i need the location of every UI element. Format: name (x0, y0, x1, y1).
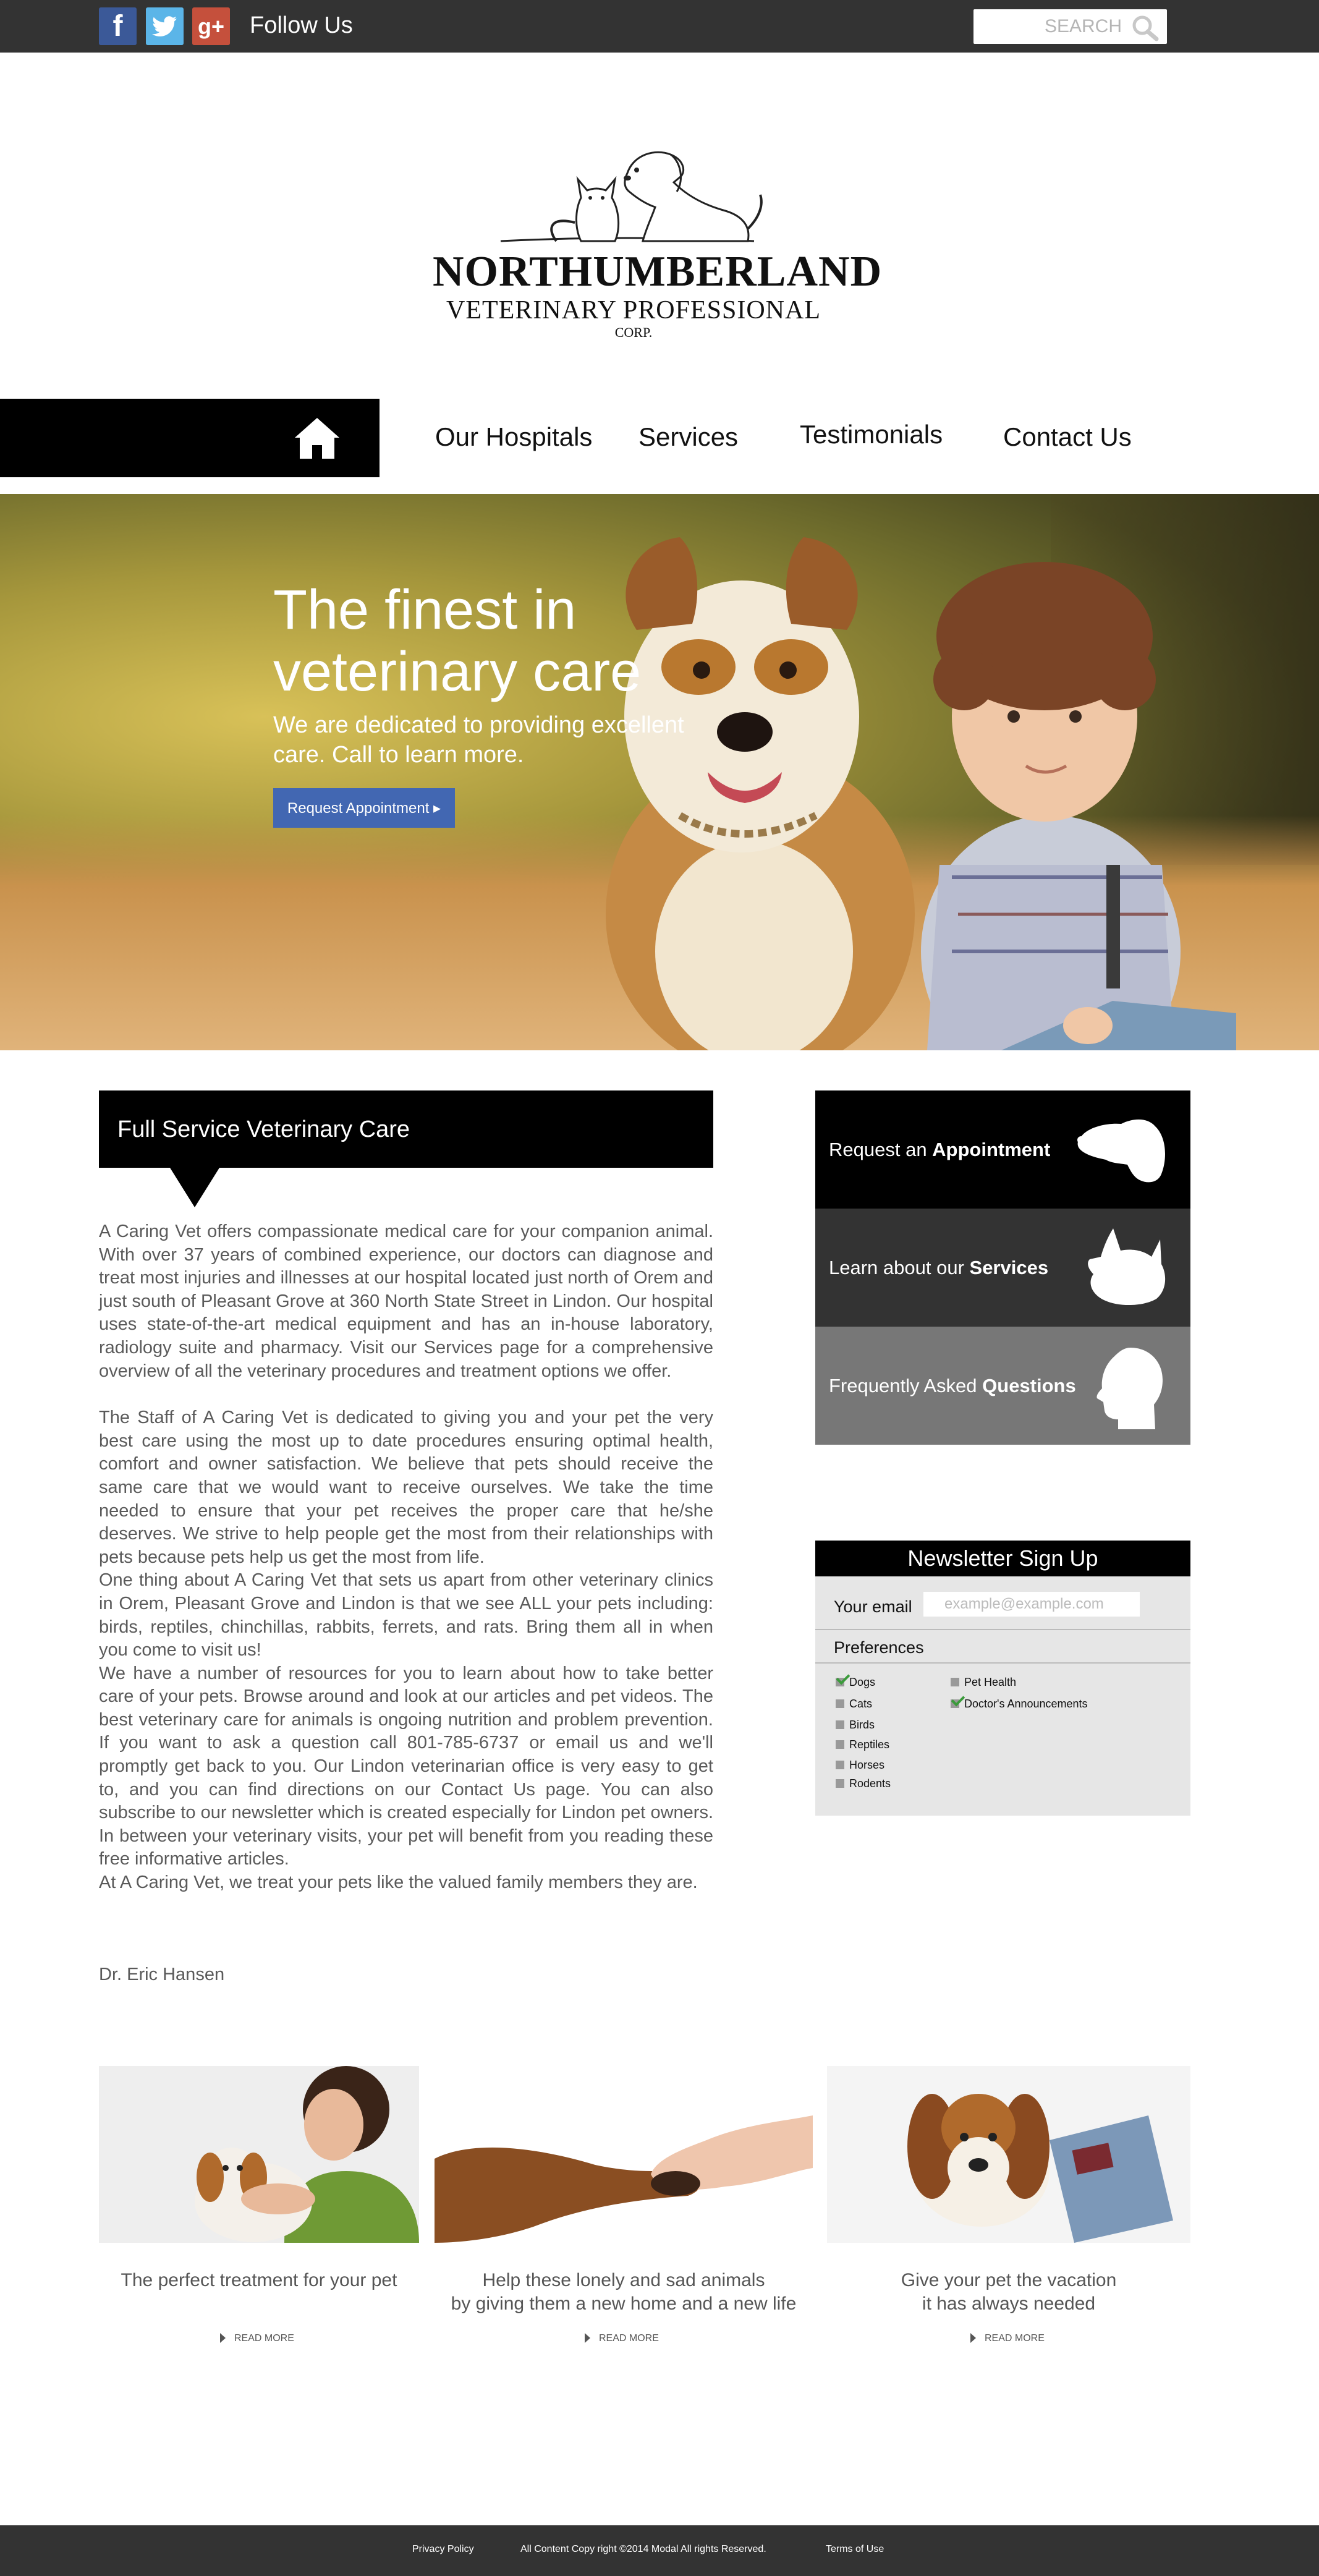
checkbox-icon (836, 1779, 844, 1788)
privacy-policy-link[interactable]: Privacy Policy (412, 2544, 474, 2555)
feature-image-dog-with-suitcase[interactable] (827, 2066, 1190, 2243)
search-icon[interactable] (1130, 14, 1160, 41)
request-appointment-button[interactable]: Request Appointment ▸ (273, 788, 455, 828)
play-arrow-icon (585, 2333, 590, 2343)
block-label: Frequently Asked Questions (829, 1375, 1076, 1396)
checkbox-cats[interactable]: Cats (836, 1698, 872, 1711)
footer: Privacy Policy All Content Copy right ©2… (0, 2525, 1319, 2576)
logo-subtitle: VETERINARY PROFESSIONAL (446, 296, 821, 325)
main-body-text: A Caring Vet offers compassionate medica… (99, 1220, 713, 1895)
paragraph: At A Caring Vet, we treat your pets like… (99, 1872, 698, 1893)
divider (815, 1629, 1190, 1630)
dog-head-icon (1077, 1119, 1165, 1183)
nav-our-hospitals[interactable]: Our Hospitals (435, 422, 592, 452)
feature-image-woman-with-puppy[interactable] (99, 2066, 419, 2243)
follow-us-label: Follow Us (250, 12, 353, 38)
checkbox-doctors-announcements[interactable]: Doctor's Announcements (951, 1698, 1088, 1711)
paragraph: A Caring Vet offers compassionate medica… (99, 1222, 713, 1381)
nav-testimonials[interactable]: Testimonials (800, 420, 943, 449)
nav-home-block (0, 399, 380, 477)
nav-services[interactable]: Services (638, 422, 738, 452)
paragraph: One thing about A Caring Vet that sets u… (99, 1570, 713, 1660)
dog-with-suitcase-image (827, 2066, 1190, 2243)
checkbox-pet-health[interactable]: Pet Health (951, 1676, 1016, 1689)
checkbox-icon (836, 1761, 844, 1769)
human-head-icon (1096, 1348, 1163, 1429)
checkbox-reptiles[interactable]: Reptiles (836, 1738, 889, 1751)
block-label: Request an Appointment (829, 1139, 1051, 1160)
feature-caption: Give your pet the vacation it has always… (901, 2270, 1117, 2314)
facebook-icon[interactable]: f (99, 7, 137, 45)
learn-about-services-block[interactable]: Learn about our Services (815, 1209, 1190, 1327)
email-field[interactable] (923, 1592, 1140, 1617)
feature-caption: The perfect treatment for your pet (121, 2270, 397, 2290)
logo-corp: CORP. (614, 325, 653, 340)
section-header: Full Service Veterinary Care (99, 1090, 713, 1207)
preferences-label: Preferences (834, 1638, 924, 1657)
google-plus-icon[interactable]: g+ (192, 7, 230, 45)
newsletter-signup: Newsletter Sign Up Your email Preference… (815, 1541, 1190, 1816)
checkbox-birds[interactable]: Birds (836, 1719, 875, 1732)
search-box (973, 9, 1167, 44)
read-more-link[interactable]: READ MORE (970, 2333, 1045, 2344)
hero-banner: The finest in veterinary care We are ded… (0, 494, 1319, 1050)
newsletter-title: Newsletter Sign Up (815, 1541, 1190, 1576)
block-label: Learn about our Services (829, 1257, 1049, 1278)
play-arrow-icon (970, 2333, 976, 2343)
signature: Dr. Eric Hansen (99, 1965, 225, 1984)
play-arrow-icon (220, 2333, 226, 2343)
woman-with-puppy-image (99, 2066, 419, 2243)
top-bar: f g+ Follow Us (0, 0, 1319, 53)
checkbox-icon (836, 1720, 844, 1729)
terms-of-use-link[interactable]: Terms of Use (826, 2544, 884, 2555)
search-input[interactable] (973, 9, 1128, 44)
feature-image-hand-and-paw[interactable] (435, 2066, 813, 2243)
feature-caption: Help these lonely and sad animals by giv… (451, 2270, 797, 2314)
hero-subtitle: We are dedicated to providing excellent … (273, 712, 684, 768)
site-logo[interactable]: NORTHUMBERLAND VETERINARY PROFESSIONAL C… (433, 136, 883, 340)
logo-name: NORTHUMBERLAND (433, 248, 883, 295)
twitter-bird-icon (151, 15, 177, 36)
copyright-text: All Content Copy right ©2014 Modal All r… (520, 2544, 766, 2554)
checkbox-dogs[interactable]: Dogs (836, 1676, 875, 1689)
read-more-link[interactable]: READ MORE (220, 2333, 294, 2344)
cat-head-icon (1088, 1228, 1166, 1306)
paragraph: We have a number of resources for you to… (99, 1663, 713, 1869)
checkbox-horses[interactable]: Horses (836, 1759, 884, 1772)
section-header-pointer (170, 1168, 219, 1207)
paragraph: The Staff of A Caring Vet is dedicated t… (99, 1408, 713, 1567)
checkbox-rodents[interactable]: Rodents (836, 1777, 891, 1790)
checkbox-icon (836, 1699, 844, 1708)
nav-contact-us[interactable]: Contact Us (1003, 422, 1132, 452)
email-label: Your email (834, 1597, 912, 1616)
faq-block[interactable]: Frequently Asked Questions (815, 1327, 1190, 1445)
cat-and-dog-logo-icon (500, 151, 763, 242)
read-more-link[interactable]: READ MORE (585, 2333, 659, 2344)
hand-and-paw-image (435, 2066, 813, 2243)
checkbox-icon (951, 1678, 959, 1686)
checkbox-checked-icon (951, 1699, 959, 1708)
checkbox-icon (836, 1740, 844, 1749)
divider (815, 1662, 1190, 1664)
twitter-icon[interactable] (146, 7, 184, 45)
checkbox-checked-icon (836, 1678, 844, 1686)
hero-title: The finest in veterinary care (273, 579, 642, 703)
request-appointment-block[interactable]: Request an Appointment (815, 1090, 1190, 1209)
home-icon[interactable] (294, 415, 341, 460)
section-title: Full Service Veterinary Care (117, 1116, 410, 1142)
